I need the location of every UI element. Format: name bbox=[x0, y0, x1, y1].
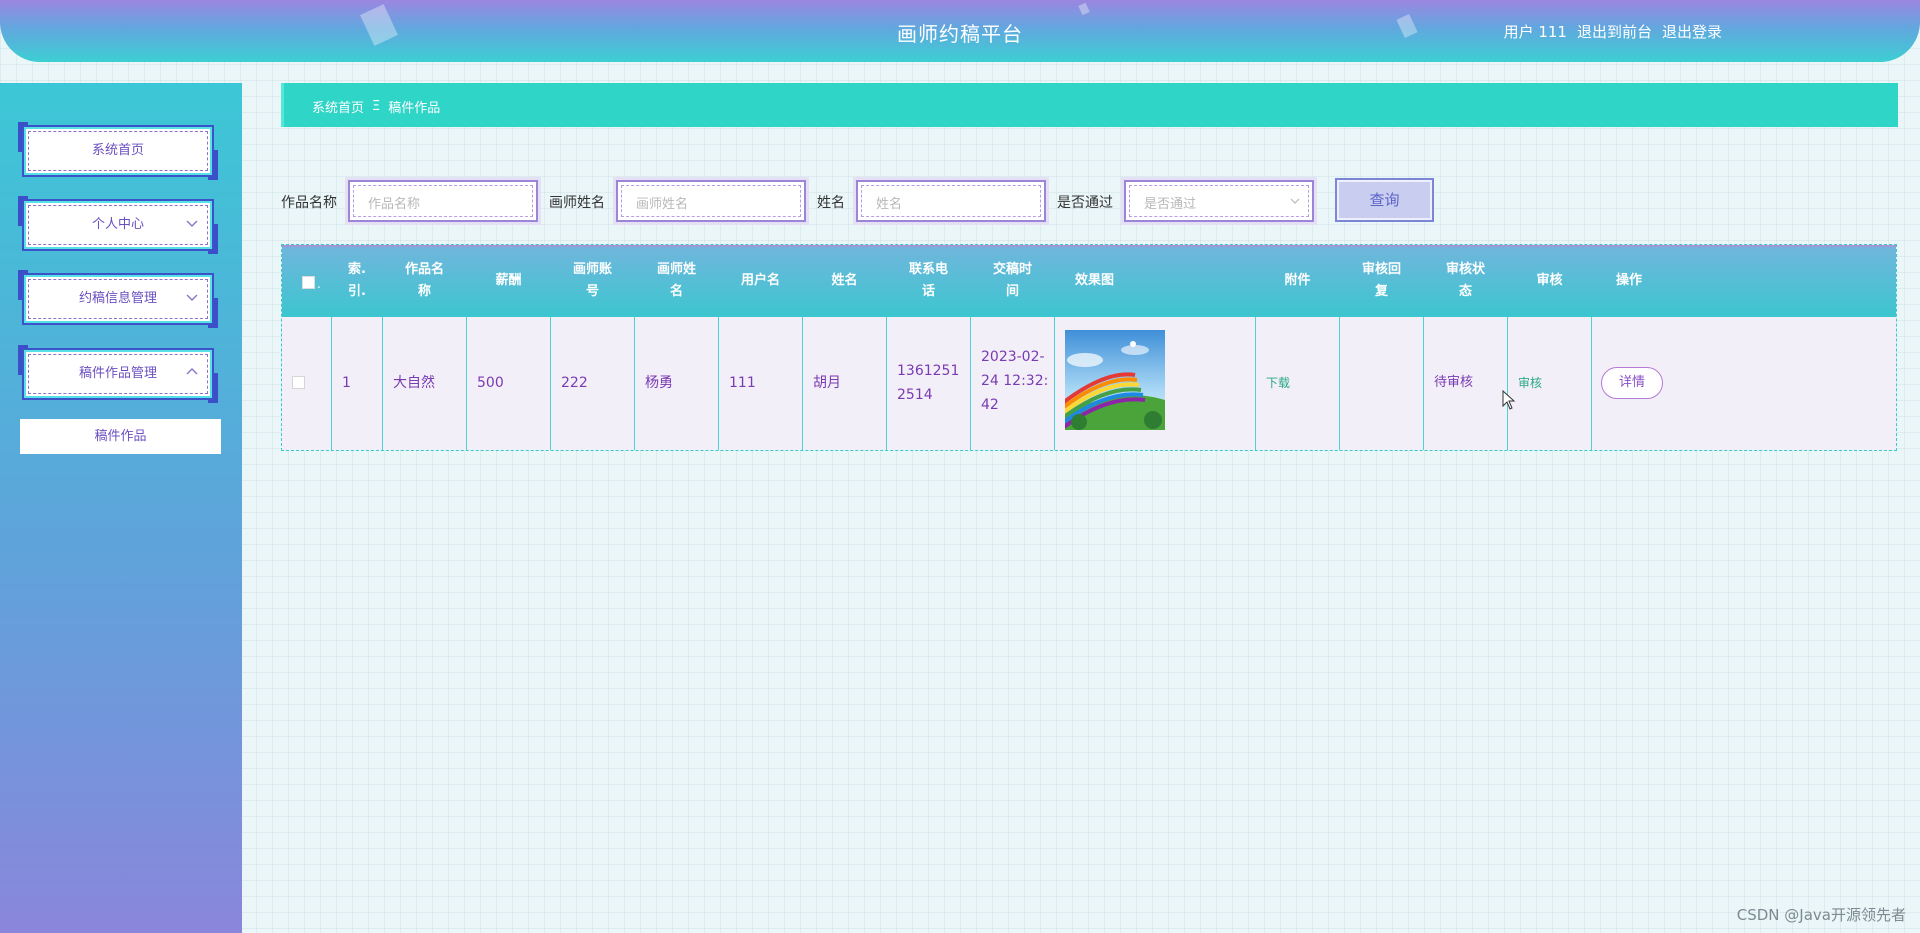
chevron-down-icon bbox=[186, 220, 198, 227]
cell-review-status: 待审核 bbox=[1434, 375, 1474, 390]
column-header: 姓名 bbox=[831, 273, 858, 288]
column-header: 薪酬 bbox=[495, 273, 522, 288]
column-header: 审核回 复 bbox=[1361, 262, 1401, 299]
column-header: 联系电 话 bbox=[908, 262, 948, 299]
row-checkbox[interactable] bbox=[292, 376, 305, 389]
work-name-label: 作品名称 bbox=[281, 195, 337, 211]
cell-phone: 13612512514 bbox=[897, 363, 960, 403]
query-button[interactable]: 查询 bbox=[1335, 178, 1434, 222]
column-header: 操作 bbox=[1616, 273, 1643, 288]
user-label: 用户 111 bbox=[1503, 23, 1567, 41]
chevron-down-icon bbox=[1290, 198, 1300, 204]
table-header: . 索. 引. 作品名 称 薪酬 画师账 号 画师姓 名 用户名 姓名 联系电 … bbox=[282, 245, 1896, 317]
chevron-down-icon bbox=[186, 294, 198, 301]
search-form: 作品名称 作品名称 画师姓名 画师姓名 姓名 姓名 是否通过 是否通过 bbox=[281, 178, 1441, 224]
cell-salary: 500 bbox=[477, 375, 504, 391]
name-placeholder: 姓名 bbox=[876, 197, 903, 212]
chevron-up-icon bbox=[186, 368, 198, 375]
sidebar-subitem-works[interactable]: 稿件作品 bbox=[20, 419, 221, 454]
artist-name-placeholder: 画师姓名 bbox=[636, 197, 689, 212]
cell-artist-name: 杨勇 bbox=[645, 375, 673, 391]
work-name-placeholder: 作品名称 bbox=[368, 197, 421, 212]
artist-name-label: 画师姓名 bbox=[549, 195, 605, 211]
select-all-checkbox[interactable] bbox=[302, 276, 315, 289]
page-background bbox=[0, 0, 1920, 933]
breadcrumb-separator: Ξ bbox=[372, 99, 381, 114]
column-header: 作品名 称 bbox=[404, 262, 444, 299]
review-link[interactable]: 审核 bbox=[1518, 371, 1542, 395]
cell-artist-account: 222 bbox=[561, 375, 588, 391]
column-header: 画师姓 名 bbox=[656, 262, 696, 299]
passed-select[interactable]: 是否通过 bbox=[1124, 180, 1314, 222]
column-header: 审核 bbox=[1536, 273, 1563, 288]
column-header: 附件 bbox=[1284, 273, 1311, 288]
sidebar-item-commission-management[interactable]: 约稿信息管理 bbox=[18, 270, 218, 328]
rainbow-landscape-image[interactable] bbox=[1065, 330, 1165, 430]
name-input[interactable]: 姓名 bbox=[856, 180, 1046, 222]
column-header: 审核状 态 bbox=[1445, 262, 1485, 299]
cell-index: 1 bbox=[342, 375, 351, 391]
cell-name: 胡月 bbox=[813, 375, 841, 391]
column-header: 交稿时 间 bbox=[992, 262, 1032, 299]
watermark: CSDN @Java开源领先者 bbox=[1736, 906, 1906, 924]
download-link[interactable]: 下载 bbox=[1266, 371, 1290, 395]
artist-name-input[interactable]: 画师姓名 bbox=[616, 180, 806, 222]
front-page-link[interactable]: 退出到前台 bbox=[1577, 21, 1652, 42]
cell-work-name: 大自然 bbox=[393, 375, 435, 391]
works-table: . 索. 引. 作品名 称 薪酬 画师账 号 画师姓 名 用户名 姓名 联系电 … bbox=[281, 244, 1897, 451]
sidebar-item-works-management[interactable]: 稿件作品管理 bbox=[18, 345, 218, 403]
cell-username: 111 bbox=[729, 375, 756, 391]
column-header: 画师账 号 bbox=[572, 262, 612, 299]
mouse-cursor-icon bbox=[1502, 390, 1516, 410]
decor-shape bbox=[1078, 2, 1090, 16]
column-header: 用户名 bbox=[740, 273, 780, 288]
breadcrumb-current: 稿件作品 bbox=[388, 101, 441, 116]
column-header: 索. 引. bbox=[348, 262, 366, 299]
top-header: 画师约稿平台 用户 111 退出到前台 退出登录 bbox=[0, 0, 1920, 62]
sidebar-item-personal-center[interactable]: 个人中心 bbox=[18, 196, 218, 254]
breadcrumb: 系统首页 Ξ 稿件作品 bbox=[281, 83, 1898, 127]
column-header: 效果图 bbox=[1075, 273, 1115, 288]
passed-label: 是否通过 bbox=[1057, 195, 1113, 211]
sidebar-item-label: 系统首页 bbox=[91, 143, 144, 158]
logout-link[interactable]: 退出登录 bbox=[1662, 21, 1722, 42]
name-label: 姓名 bbox=[817, 195, 845, 211]
passed-placeholder: 是否通过 bbox=[1144, 197, 1197, 212]
work-name-input[interactable]: 作品名称 bbox=[348, 180, 538, 222]
cell-submit-time: 2023-02-24 12:32:42 bbox=[981, 349, 1049, 413]
breadcrumb-home[interactable]: 系统首页 bbox=[312, 97, 364, 116]
top-user-links: 用户 111 退出到前台 退出登录 bbox=[1504, 21, 1722, 42]
table-row: 1 大自然 500 222 杨勇 111 胡月 13612512514 2023… bbox=[282, 317, 1896, 450]
detail-button[interactable]: 详情 bbox=[1601, 367, 1663, 399]
sidebar-item-home[interactable]: 系统首页 bbox=[18, 122, 218, 180]
